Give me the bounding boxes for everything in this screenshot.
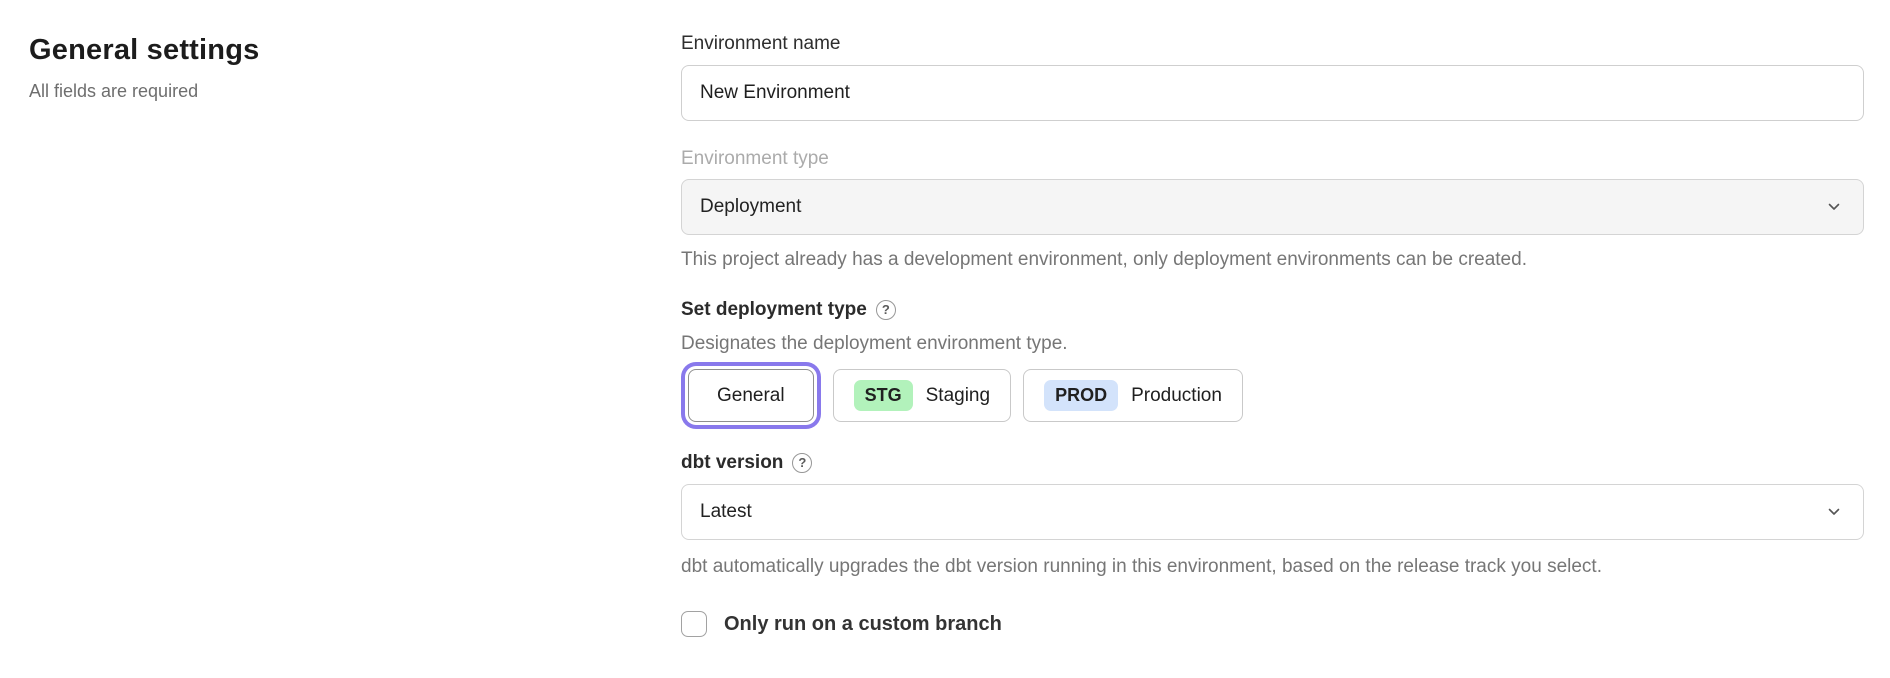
- dbt-version-select[interactable]: Latest: [681, 484, 1864, 540]
- help-icon[interactable]: ?: [876, 300, 896, 320]
- deployment-type-label-text: Set deployment type: [681, 299, 867, 321]
- custom-branch-label[interactable]: Only run on a custom branch: [724, 613, 1002, 636]
- page-title: General settings: [29, 30, 589, 70]
- environment-type-value: Deployment: [700, 196, 801, 218]
- dbt-version-value: Latest: [700, 501, 752, 523]
- chevron-down-icon: [1825, 198, 1843, 216]
- environment-type-label: Environment type: [681, 147, 1864, 171]
- option-label: Production: [1131, 385, 1222, 407]
- settings-header: General settings All fields are required: [29, 30, 589, 103]
- production-badge: PROD: [1044, 380, 1118, 411]
- deployment-type-option-production[interactable]: PROD Production: [1023, 369, 1243, 422]
- deployment-type-option-general[interactable]: General: [688, 369, 814, 422]
- environment-type-select[interactable]: Deployment: [681, 179, 1864, 235]
- staging-badge: STG: [854, 380, 913, 411]
- dbt-version-label-text: dbt version: [681, 452, 783, 474]
- environment-type-helper: This project already has a development e…: [681, 248, 1864, 271]
- deployment-type-options: General STG Staging PROD Production: [681, 369, 1864, 422]
- environment-settings-form: Environment name Environment type Deploy…: [681, 33, 1864, 637]
- deployment-type-description: Designates the deployment environment ty…: [681, 332, 1864, 355]
- chevron-down-icon: [1825, 503, 1843, 521]
- option-label: General: [717, 385, 785, 407]
- page-subtitle: All fields are required: [29, 79, 589, 103]
- dbt-version-helper: dbt automatically upgrades the dbt versi…: [681, 555, 1864, 578]
- dbt-version-label: dbt version ?: [681, 452, 1864, 474]
- deployment-type-label: Set deployment type ?: [681, 299, 1864, 321]
- deployment-type-option-staging[interactable]: STG Staging: [833, 369, 1011, 422]
- option-label: Staging: [926, 385, 990, 407]
- environment-name-input[interactable]: [681, 65, 1864, 121]
- custom-branch-checkbox[interactable]: [681, 611, 707, 637]
- environment-name-label: Environment name: [681, 33, 1864, 55]
- custom-branch-row: Only run on a custom branch: [681, 611, 1864, 637]
- help-icon[interactable]: ?: [792, 453, 812, 473]
